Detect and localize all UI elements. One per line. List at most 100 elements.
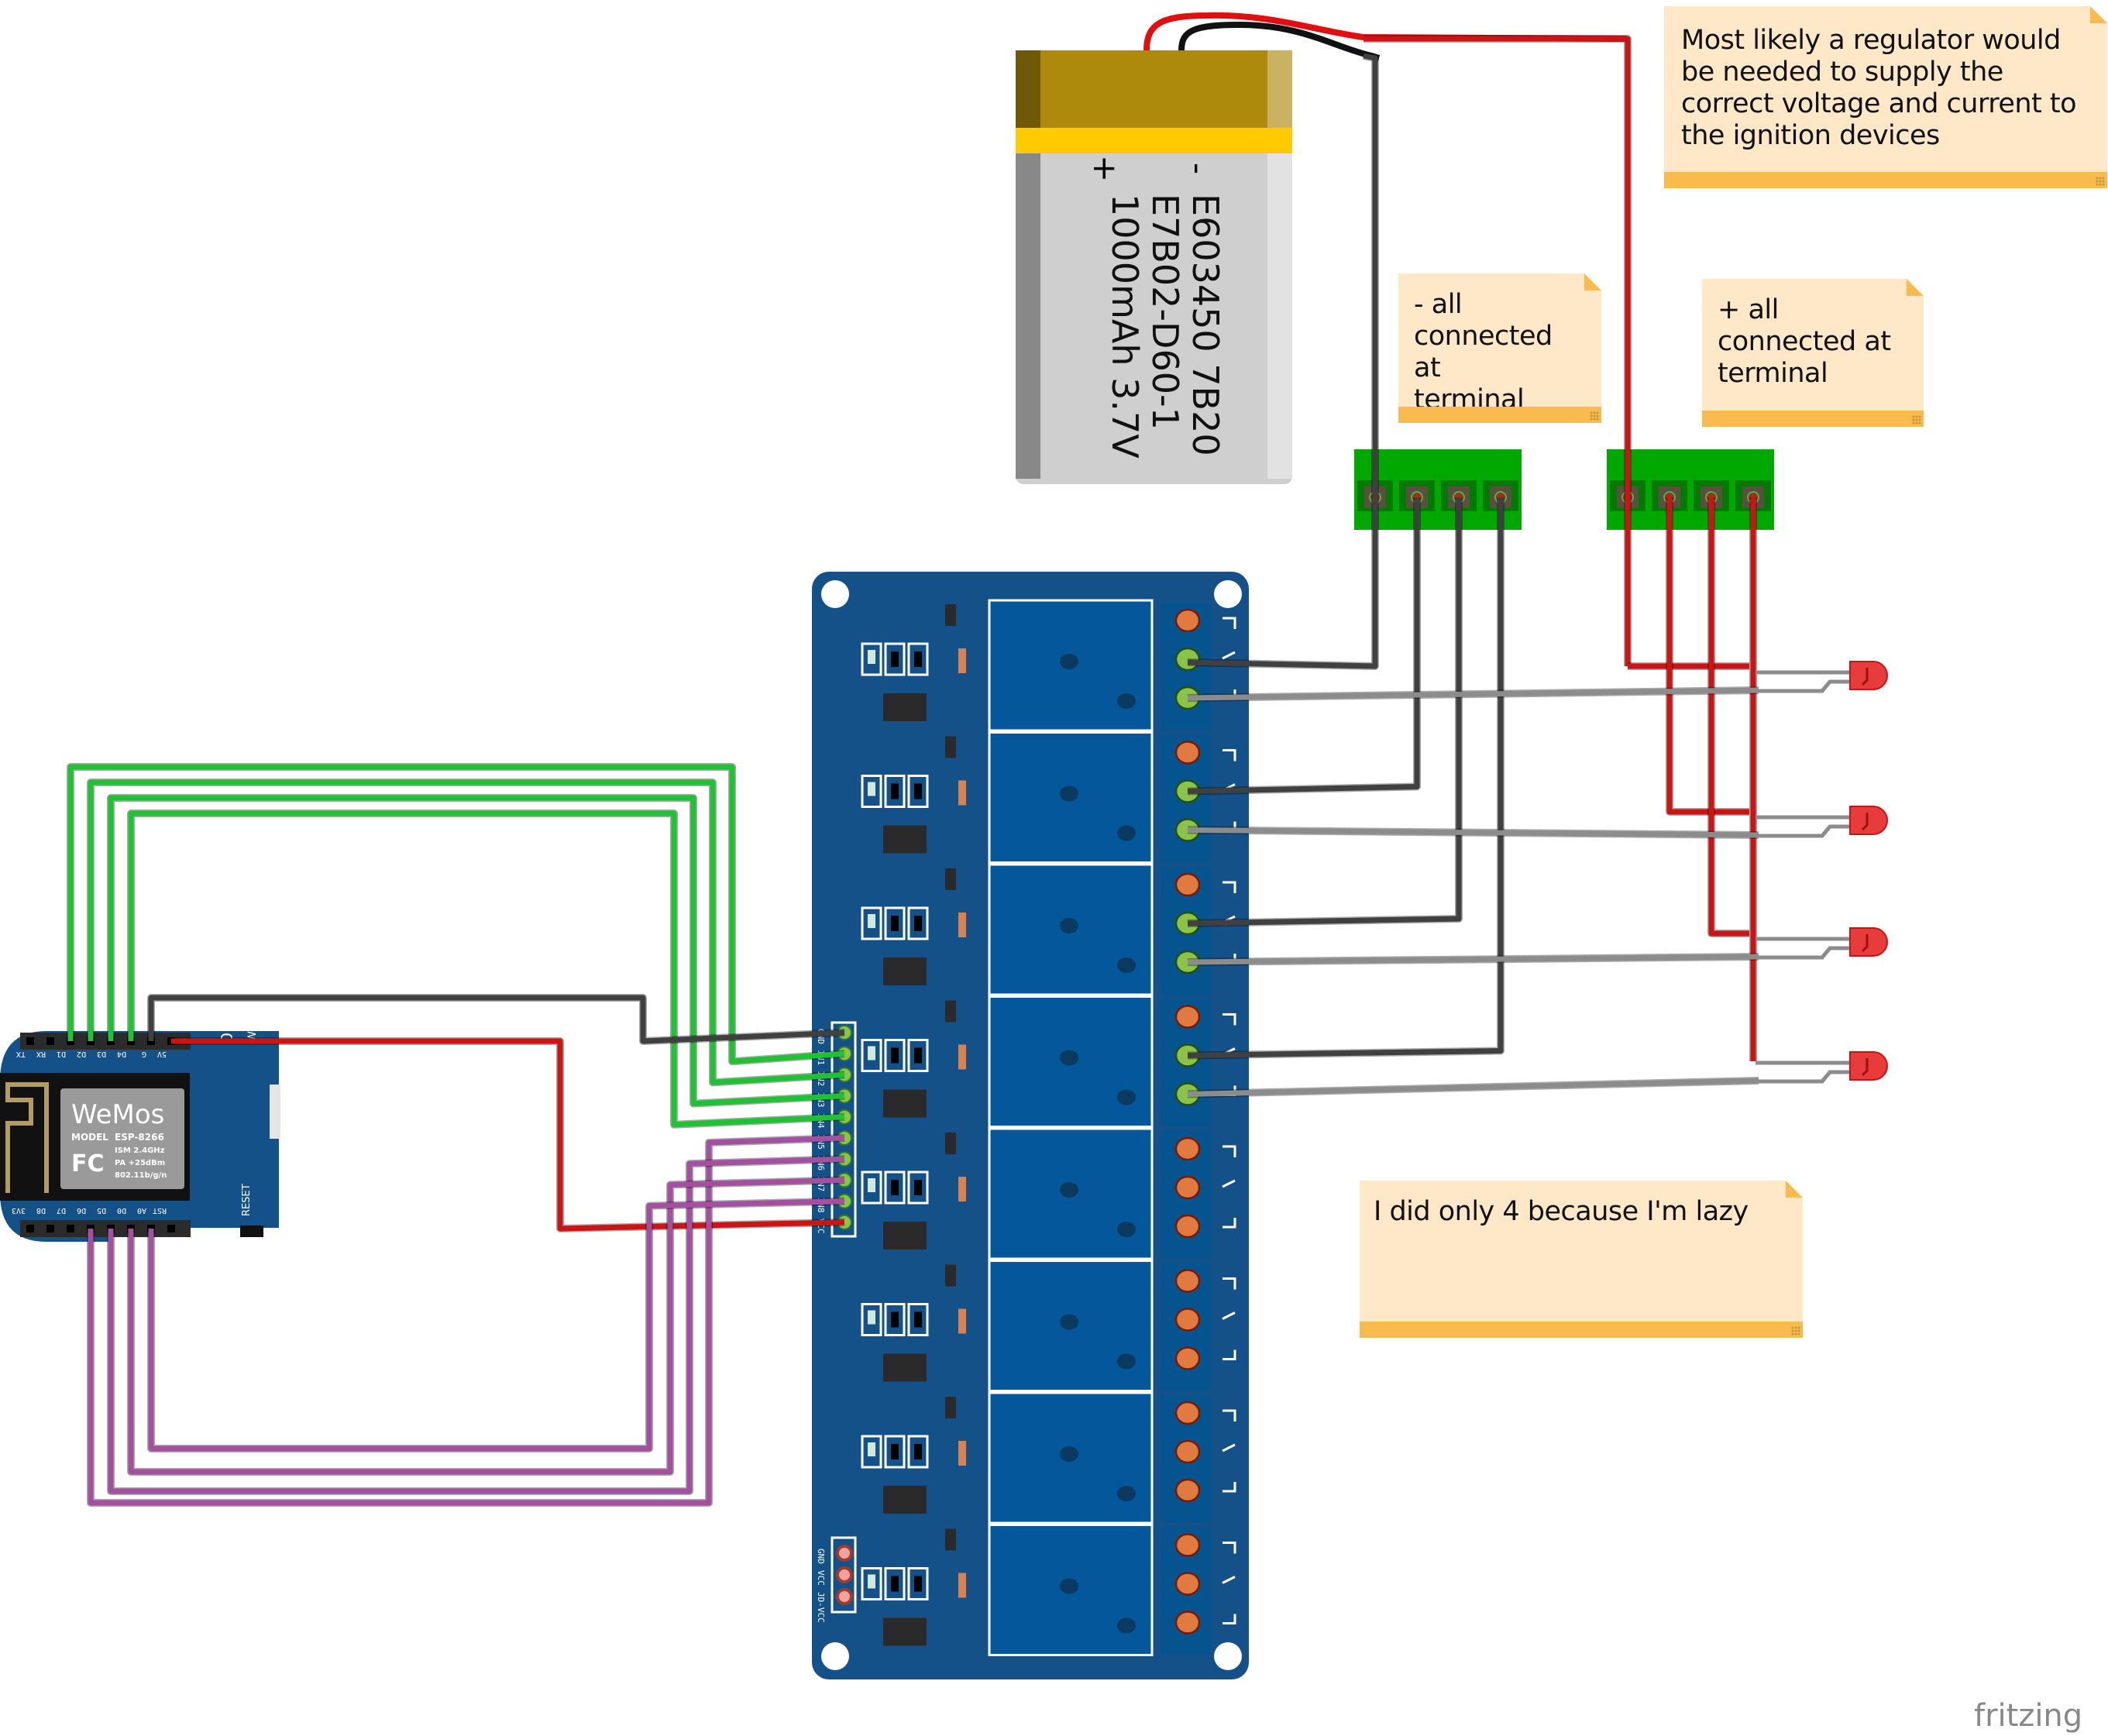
mounting-hole: [1214, 580, 1242, 608]
pin-label: RST: [153, 1206, 167, 1215]
note-plus-terminal[interactable]: + all connected at terminal: [1702, 279, 1924, 427]
pin-d8[interactable]: [46, 1225, 54, 1232]
pin-d7[interactable]: [67, 1225, 74, 1232]
resistor-icon: [914, 651, 922, 667]
pin-label: A0: [137, 1206, 146, 1215]
relay-pin: [1117, 1089, 1136, 1105]
led-3[interactable]: [1756, 927, 1888, 960]
pin-tx[interactable]: [26, 1037, 34, 1045]
power-pin-vcc[interactable]: [836, 1566, 853, 1583]
pin-label: D4: [117, 1050, 126, 1058]
transistor-icon: [945, 1264, 956, 1287]
resistor-icon: [891, 1311, 899, 1328]
note-regulator[interactable]: Most likely a regulator would be needed …: [1664, 6, 2107, 188]
relay-pin: [1060, 1446, 1078, 1462]
minus-terminal-block[interactable]: [1354, 449, 1522, 530]
relay-pin: [1117, 1353, 1136, 1370]
relay-pin: [1060, 654, 1078, 669]
note-minus-text: - all connected at terminal: [1414, 289, 1553, 415]
leds-layer: [1756, 661, 1888, 1084]
mounting-hole: [821, 580, 849, 608]
terminal-screw-nc[interactable]: [1174, 1269, 1201, 1293]
wire-purple-d8-shadow: [147, 1197, 845, 1452]
terminal-screw-nc[interactable]: [1174, 1136, 1201, 1161]
pin-rst[interactable]: [167, 1225, 175, 1232]
led-2[interactable]: [1756, 806, 1888, 838]
terminal-screw-no[interactable]: [1174, 1611, 1201, 1635]
terminal-screw-nc[interactable]: [1174, 1005, 1201, 1029]
fritzing-watermark: fritzing: [1974, 1698, 2083, 1734]
mounting-hole: [821, 1642, 849, 1670]
pin-label: D1: [57, 1050, 66, 1058]
top-header: [20, 1033, 191, 1050]
terminal-screw-nc[interactable]: [1174, 1533, 1201, 1557]
terminal-screw-com[interactable]: [1174, 1308, 1201, 1332]
diode-icon: [958, 1044, 966, 1070]
relay-pin: [1117, 1486, 1136, 1501]
resize-grip-icon[interactable]: [2096, 177, 2105, 186]
status-led-icon: [868, 1574, 875, 1589]
led-legs: [1756, 670, 1852, 693]
wire-led3-anode[interactable]: [1708, 497, 1749, 937]
wire-no-ch4[interactable]: [1187, 1078, 1759, 1097]
battery-label-line1: E603450 7B20: [1185, 194, 1226, 456]
resistor-icon: [914, 1047, 922, 1064]
led-1[interactable]: [1756, 661, 1888, 693]
note-corner-icon: [1584, 273, 1601, 290]
diode-icon: [958, 1441, 966, 1466]
status-led-icon: [868, 1442, 875, 1456]
power-pin-jd-vcc[interactable]: [836, 1588, 853, 1605]
terminal-screw-no[interactable]: [1174, 1346, 1201, 1370]
status-led-icon: [868, 782, 875, 796]
relay-pin: [1060, 1050, 1078, 1066]
pin-label: D7: [57, 1206, 66, 1215]
resistor-icon: [891, 1047, 899, 1064]
plus-terminal-block[interactable]: [1607, 449, 1774, 530]
resize-grip-icon[interactable]: [1912, 415, 1921, 425]
resize-grip-icon[interactable]: [1590, 411, 1599, 421]
led-legs: [1756, 1061, 1852, 1084]
pin-rx[interactable]: [46, 1037, 54, 1045]
power-pin-label: VCC: [816, 1570, 826, 1586]
led-legs: [1756, 937, 1852, 960]
power-pin-label: GND: [816, 1549, 826, 1564]
terminal-screw-com[interactable]: [1174, 1439, 1201, 1464]
optocoupler-icon: [883, 825, 927, 854]
resistor-icon: [891, 916, 899, 931]
pin-label: G: [142, 1050, 146, 1058]
battery-cap: [1016, 50, 1292, 128]
relay-module-8ch[interactable]: GNDIN1IN2IN3IN4IN5IN6IN7IN8VCC GNDVCCJD-…: [812, 572, 1249, 1679]
terminal-screw-no[interactable]: [1174, 1478, 1201, 1503]
mounting-hole: [1214, 1642, 1242, 1670]
terminal-screw-nc[interactable]: [1174, 872, 1201, 897]
wemos-d1-mini[interactable]: WeMos MODEL ESP-8266 FC ISM 2.4GHz PA +2…: [0, 986, 280, 1242]
note-minus-terminal[interactable]: - all connected at terminal: [1398, 273, 1601, 423]
terminal-screw-nc[interactable]: [1174, 741, 1201, 765]
terminal-screw-com[interactable]: [1174, 1572, 1201, 1596]
power-pin-gnd[interactable]: [836, 1545, 853, 1562]
terminal-screw-com[interactable]: [1174, 1175, 1201, 1200]
pin-3v3[interactable]: [26, 1225, 34, 1232]
spec-ism: ISM 2.4GHz: [115, 1146, 165, 1155]
battery-minus-label: -: [1179, 163, 1217, 174]
reset-label: RESET: [241, 1184, 253, 1216]
reset-button[interactable]: [240, 1226, 263, 1237]
led-dome-icon: [1849, 661, 1888, 690]
note-lazy[interactable]: I did only 4 because I'm lazy: [1360, 1181, 1803, 1338]
resistor-icon: [891, 1180, 899, 1195]
relay-pin: [1117, 825, 1136, 841]
resize-grip-icon[interactable]: [1791, 1326, 1800, 1336]
transistor-icon: [945, 1000, 956, 1023]
model-value: ESP-8266: [115, 1132, 164, 1143]
terminal-screw-nc[interactable]: [1174, 608, 1201, 633]
terminal-screw-nc[interactable]: [1174, 1401, 1201, 1425]
wire-purple-d8[interactable]: [148, 1198, 845, 1452]
terminal-screw-no[interactable]: [1174, 1214, 1201, 1239]
optocoupler-icon: [883, 1617, 927, 1646]
fc-logo-icon: FC: [71, 1150, 105, 1177]
led-4[interactable]: [1756, 1051, 1888, 1084]
note-corner-icon: [1907, 279, 1924, 296]
optocoupler-icon: [883, 1353, 927, 1382]
led-legs: [1756, 815, 1852, 838]
resistor-icon: [891, 1576, 899, 1592]
